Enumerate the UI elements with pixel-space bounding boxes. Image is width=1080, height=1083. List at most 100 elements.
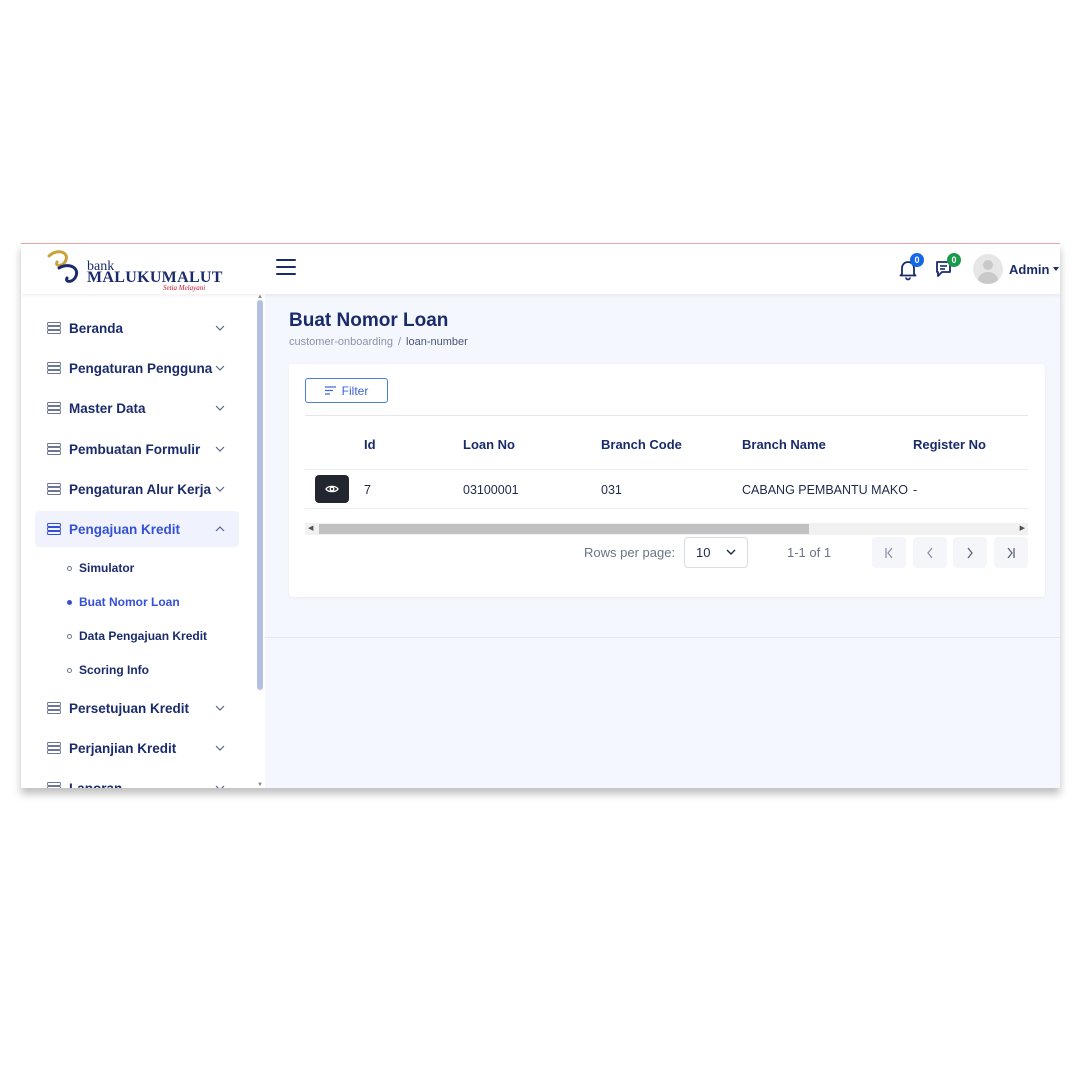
sidebar-item-pengaturan-alur-kerja[interactable]: Pengaturan Alur Kerja: [35, 471, 239, 507]
filter-icon: [324, 386, 336, 395]
sidebar-item-perjanjian-kredit[interactable]: Perjanjian Kredit: [35, 730, 239, 766]
page-title: Buat Nomor Loan: [289, 310, 449, 331]
chevron-left-icon: [927, 547, 933, 558]
rows-per-page-label: Rows per page:: [584, 545, 676, 560]
column-header-loan-no[interactable]: Loan No: [463, 437, 515, 452]
sidebar-subitem-label: Buat Nomor Loan: [79, 595, 180, 609]
server-icon: [47, 443, 61, 455]
sidebar-item-label: Pengajuan Kredit: [69, 521, 181, 537]
sidebar-scrollbar[interactable]: [257, 300, 263, 690]
sidebar-item-pengaturan-pengguna[interactable]: Pengaturan Pengguna: [35, 350, 239, 386]
chevron-down-icon: [215, 405, 225, 411]
pagination-range: 1-1 of 1: [787, 545, 832, 560]
sidebar-item-beranda[interactable]: Beranda: [35, 310, 239, 346]
scroll-down-icon[interactable]: ▼: [257, 782, 263, 788]
bullet-icon: [67, 599, 72, 605]
cell-branch-name: CABANG PEMBANTU MAKO: [742, 483, 908, 497]
chevron-down-icon: [215, 486, 225, 492]
notifications-button[interactable]: 0: [896, 253, 924, 281]
notifications-badge: 0: [910, 253, 924, 267]
column-header-register-no[interactable]: Register No: [913, 437, 986, 452]
breadcrumb-item[interactable]: customer-onboarding: [289, 336, 393, 348]
hamburger-line: [276, 259, 296, 261]
cell-branch-code: 031: [601, 483, 622, 497]
chevron-right-icon: [967, 547, 973, 558]
first-page-icon: [885, 547, 893, 558]
table-row: 7 03100001 031 CABANG PEMBANTU MAKO -: [305, 469, 1028, 509]
table-horizontal-scrollbar[interactable]: ◀ ▶: [305, 523, 1028, 535]
next-page-button[interactable]: [953, 537, 987, 568]
server-icon: [47, 402, 61, 414]
sidebar-subitem-data-pengajuan-kredit[interactable]: Data Pengajuan Kredit: [67, 626, 207, 646]
sidebar-item-master-data[interactable]: Master Data: [35, 390, 239, 426]
scrollbar-thumb[interactable]: [319, 524, 809, 534]
sidebar-subitem-label: Data Pengajuan Kredit: [79, 629, 208, 643]
sidebar-item-persetujuan-kredit[interactable]: Persetujuan Kredit: [35, 690, 239, 726]
last-page-icon: [1007, 547, 1015, 558]
sidebar-subitem-label: Scoring Info: [79, 663, 149, 677]
sidebar-item-label: Persetujuan Kredit: [69, 700, 190, 716]
sidebar-item-label: Pengaturan Pengguna: [69, 360, 213, 376]
divider: [305, 415, 1028, 416]
column-header-branch-code[interactable]: Branch Code: [601, 437, 682, 452]
scroll-right-icon[interactable]: ▶: [1020, 524, 1025, 532]
server-icon: [47, 362, 61, 374]
chevron-down-icon: [215, 446, 225, 452]
filter-button[interactable]: Filter: [305, 378, 388, 403]
filter-label: Filter: [341, 383, 369, 398]
view-button[interactable]: [315, 475, 349, 503]
scroll-up-icon[interactable]: ▲: [257, 294, 263, 300]
server-icon: [47, 322, 61, 334]
chevron-down-icon: [215, 785, 225, 788]
messages-badge: 0: [947, 253, 961, 267]
chevron-down-icon: [726, 549, 736, 555]
menu-toggle-button[interactable]: [276, 259, 296, 277]
previous-page-button[interactable]: [913, 537, 947, 568]
hamburger-line: [276, 273, 296, 275]
server-icon: [47, 483, 61, 495]
first-page-button[interactable]: [872, 537, 906, 568]
column-header-branch-name[interactable]: Branch Name: [742, 437, 826, 452]
scroll-left-icon[interactable]: ◀: [308, 524, 313, 532]
sidebar-item-label: Perjanjian Kredit: [69, 740, 177, 756]
top-header: bank MALUKUMALUT Setia Melayani 0 0 Admi…: [21, 244, 1060, 294]
column-header-id[interactable]: Id: [364, 437, 376, 452]
bullet-icon: [67, 667, 72, 673]
sidebar-item-label: Laporan: [69, 780, 123, 789]
cell-id: 7: [364, 483, 371, 497]
user-menu[interactable]: Admin: [973, 254, 1060, 284]
cell-loan-no: 03100001: [463, 483, 519, 497]
sidebar-subitem-scoring-info[interactable]: Scoring Info: [67, 660, 149, 680]
bank-logo[interactable]: bank MALUKUMALUT Setia Melayani: [45, 248, 222, 292]
divider: [265, 637, 1060, 638]
rows-per-page-value: 10: [696, 545, 711, 560]
rows-per-page-select[interactable]: 10: [684, 537, 748, 568]
chevron-down-icon: [215, 365, 225, 371]
breadcrumb-current: loan-number: [406, 336, 468, 348]
sidebar-item-label: Master Data: [69, 400, 146, 416]
table-header: Id Loan No Branch Code Branch Name Regis…: [305, 437, 1028, 467]
sidebar-subitem-buat-nomor-loan[interactable]: Buat Nomor Loan: [67, 592, 180, 612]
pagination: Rows per page: 10 1-1 of 1: [305, 537, 1028, 569]
sidebar-subitem-label: Simulator: [79, 561, 135, 575]
sidebar-item-pengajuan-kredit[interactable]: Pengajuan Kredit: [35, 511, 239, 547]
bullet-icon: [67, 633, 72, 639]
server-icon: [47, 782, 61, 788]
sidebar-item-laporan[interactable]: Laporan: [35, 770, 239, 788]
chevron-down-icon: [215, 325, 225, 331]
sidebar-item-label: Pembuatan Formulir: [69, 441, 201, 457]
last-page-button[interactable]: [994, 537, 1028, 568]
breadcrumb: customer-onboarding / loan-number: [289, 336, 468, 348]
caret-down-icon: [1053, 267, 1060, 271]
chevron-up-icon: [215, 526, 225, 532]
sidebar: ▲ ▼ Beranda Pengaturan Pengguna Master Dat…: [21, 294, 265, 788]
sidebar-item-label: Beranda: [69, 320, 124, 336]
messages-button[interactable]: 0: [933, 253, 961, 281]
eye-icon: [325, 485, 339, 493]
sidebar-item-pembuatan-formulir[interactable]: Pembuatan Formulir: [35, 431, 239, 467]
server-icon: [47, 742, 61, 754]
bullet-icon: [67, 565, 72, 571]
loan-table-card: Filter Id Loan No Branch Code Branch Nam…: [289, 364, 1045, 597]
avatar: [973, 254, 1003, 284]
sidebar-subitem-simulator[interactable]: Simulator: [67, 558, 134, 578]
